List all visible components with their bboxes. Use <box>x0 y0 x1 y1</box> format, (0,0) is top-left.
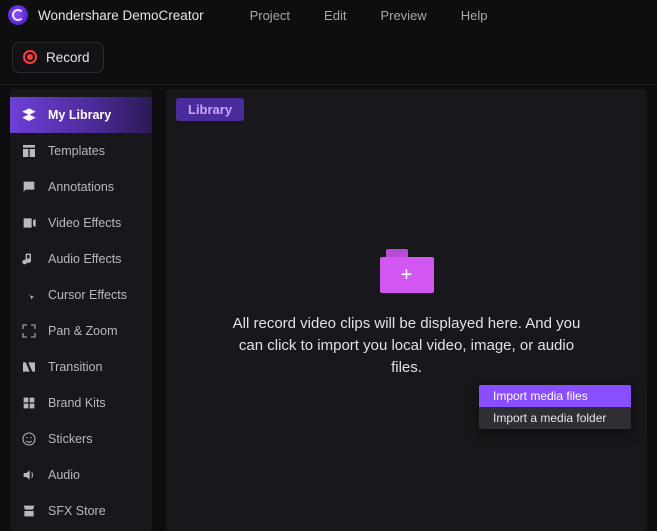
transition-icon <box>20 358 38 376</box>
stickers-icon <box>20 430 38 448</box>
sidebar-item-label: Annotations <box>48 180 114 194</box>
menu-project[interactable]: Project <box>250 8 290 23</box>
sidebar-item-label: My Library <box>48 108 111 122</box>
tab-library[interactable]: Library <box>176 98 244 121</box>
record-button[interactable]: Record <box>12 42 104 73</box>
import-context-menu: Import media files Import a media folder <box>479 385 631 429</box>
sidebar-item-label: Stickers <box>48 432 92 446</box>
menu-help[interactable]: Help <box>461 8 488 23</box>
sfx-store-icon <box>20 502 38 520</box>
sidebar-item-label: Transition <box>48 360 102 374</box>
sidebar-item-label: Audio Effects <box>48 252 121 266</box>
app-logo <box>8 5 28 25</box>
sidebar: My Library Templates Annotations Video E… <box>10 89 152 531</box>
sidebar-item-my-library[interactable]: My Library <box>10 97 152 133</box>
sidebar-item-cursor-effects[interactable]: Cursor Effects <box>10 277 152 313</box>
video-fx-icon <box>20 214 38 232</box>
sidebar-item-annotations[interactable]: Annotations <box>10 169 152 205</box>
workspace: My Library Templates Annotations Video E… <box>0 85 657 531</box>
menubar-items: Project Edit Preview Help <box>250 8 488 23</box>
sidebar-item-label: SFX Store <box>48 504 106 518</box>
empty-state-text: All record video clips will be displayed… <box>217 313 597 378</box>
menubar: Wondershare DemoCreator Project Edit Pre… <box>0 0 657 30</box>
app-title: Wondershare DemoCreator <box>38 8 204 23</box>
content-panel: Library + All record video clips will be… <box>166 89 647 531</box>
sidebar-item-label: Pan & Zoom <box>48 324 117 338</box>
cursor-fx-icon <box>20 286 38 304</box>
record-button-label: Record <box>46 50 90 65</box>
menu-edit[interactable]: Edit <box>324 8 346 23</box>
pan-zoom-icon <box>20 322 38 340</box>
sidebar-item-audio[interactable]: Audio <box>10 457 152 493</box>
sidebar-item-video-effects[interactable]: Video Effects <box>10 205 152 241</box>
sidebar-item-stickers[interactable]: Stickers <box>10 421 152 457</box>
empty-state[interactable]: + All record video clips will be display… <box>217 249 597 394</box>
audio-fx-icon <box>20 250 38 268</box>
menu-import-media-folder[interactable]: Import a media folder <box>479 407 631 429</box>
sidebar-item-audio-effects[interactable]: Audio Effects <box>10 241 152 277</box>
toolbar: Record <box>0 30 657 85</box>
audio-icon <box>20 466 38 484</box>
sidebar-item-label: Cursor Effects <box>48 288 127 302</box>
sidebar-item-brand-kits[interactable]: Brand Kits <box>10 385 152 421</box>
layers-icon <box>20 106 38 124</box>
sidebar-item-label: Video Effects <box>48 216 121 230</box>
sidebar-item-transition[interactable]: Transition <box>10 349 152 385</box>
sidebar-item-templates[interactable]: Templates <box>10 133 152 169</box>
sidebar-item-sfx-store[interactable]: SFX Store <box>10 493 152 529</box>
menu-preview[interactable]: Preview <box>380 8 426 23</box>
folder-plus-icon: + <box>380 249 434 293</box>
menu-import-media-files[interactable]: Import media files <box>479 385 631 407</box>
sidebar-item-pan-zoom[interactable]: Pan & Zoom <box>10 313 152 349</box>
record-icon <box>23 50 37 64</box>
sidebar-item-label: Templates <box>48 144 105 158</box>
sidebar-item-label: Brand Kits <box>48 396 106 410</box>
templates-icon <box>20 142 38 160</box>
brand-kits-icon <box>20 394 38 412</box>
annotations-icon <box>20 178 38 196</box>
sidebar-item-label: Audio <box>48 468 80 482</box>
